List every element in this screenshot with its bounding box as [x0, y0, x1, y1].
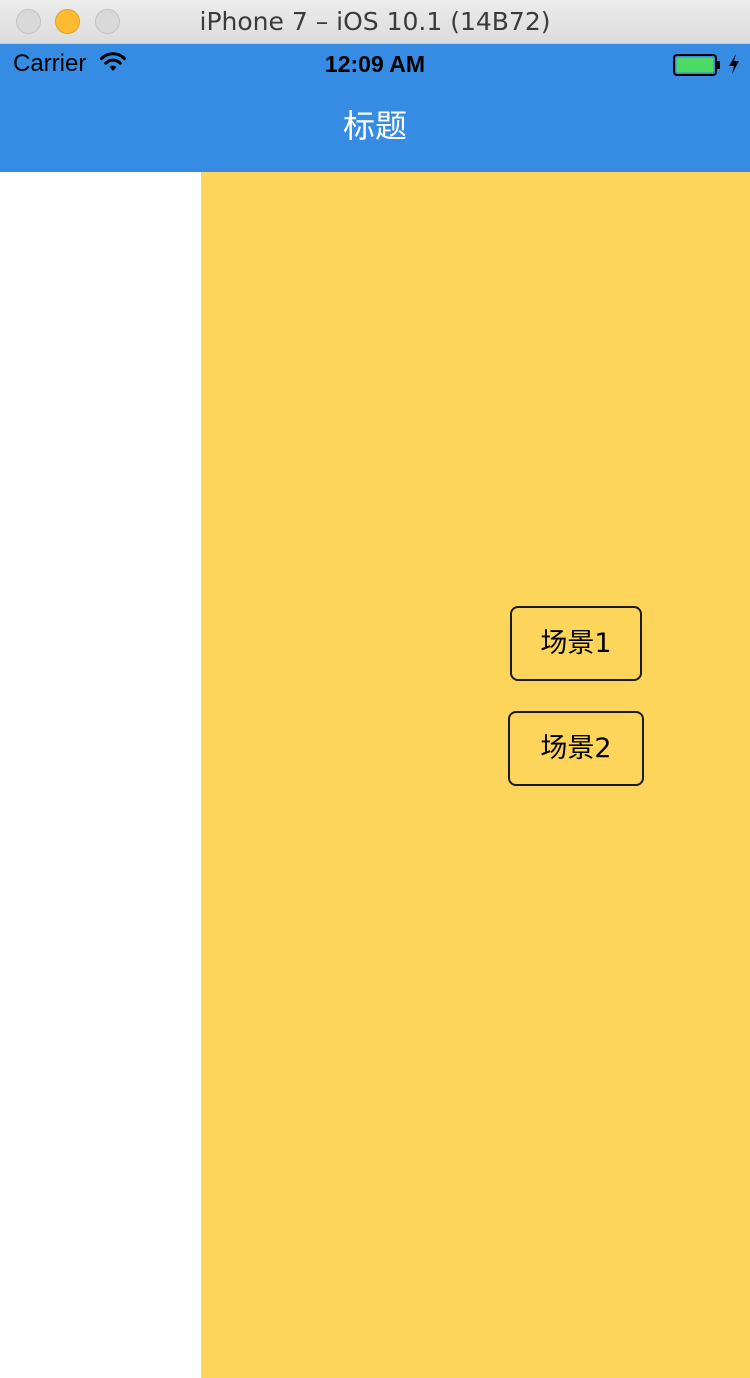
- main-panel: 场景1 场景2: [201, 172, 750, 1378]
- simulator-window: iPhone 7 – iOS 10.1 (14B72) Carrier 12:0…: [0, 0, 750, 1378]
- scene-2-button[interactable]: 场景2: [508, 711, 644, 786]
- ios-status-bar: Carrier 12:09 AM: [0, 44, 750, 84]
- window-titlebar: iPhone 7 – iOS 10.1 (14B72): [0, 0, 750, 44]
- status-time: 12:09 AM: [324, 51, 426, 77]
- battery-icon: [673, 54, 720, 76]
- side-panel: [0, 172, 201, 1378]
- charging-bolt-icon: [729, 54, 739, 74]
- navigation-bar: 标题: [0, 84, 750, 172]
- scene-1-button[interactable]: 场景1: [510, 606, 642, 681]
- nav-title: 标题: [342, 107, 407, 145]
- window-title: iPhone 7 – iOS 10.1 (14B72): [199, 7, 551, 36]
